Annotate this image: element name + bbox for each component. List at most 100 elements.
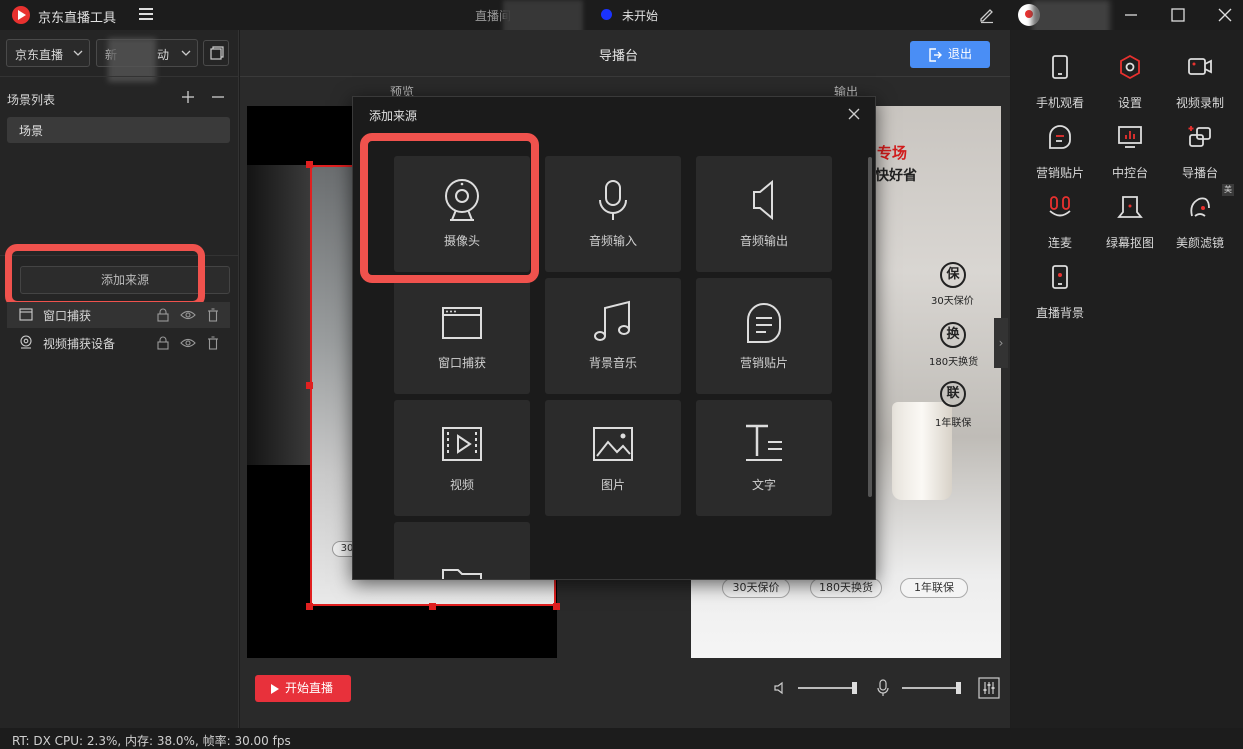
image-icon [593,427,633,461]
slider-knob[interactable] [852,682,857,694]
chevron-down-icon [73,49,83,57]
tool-label: 设置 [1117,96,1142,110]
maximize-icon[interactable] [1168,5,1188,25]
live-status-text: 未开始 [622,9,659,23]
guarantee-badge-icon: 换 [940,322,966,348]
tool-co-host[interactable]: 连麦 [1025,194,1095,258]
scene-list-item[interactable]: 场景 [7,117,230,143]
tool-marketing-sticker[interactable]: 营销贴片 [1025,124,1095,188]
eye-icon[interactable] [180,337,196,349]
beauty-filter-icon [1190,197,1210,217]
tile-label: 营销贴片 [739,356,788,370]
tool-director[interactable]: 导播台 [1165,124,1235,188]
hamburger-menu-icon[interactable] [139,8,153,20]
copy-button[interactable] [203,40,229,66]
tool-label: 中控台 [1111,166,1148,180]
video-record-icon [1188,58,1212,75]
source-item-window-capture[interactable]: 窗口捕获 [7,302,230,328]
tool-live-background[interactable]: 直播背景 [1025,264,1095,328]
tool-label: 视频录制 [1175,96,1224,110]
tile-video[interactable]: 视频 [394,400,530,516]
exit-button[interactable]: 退出 [910,41,990,68]
lock-icon[interactable] [157,308,169,322]
tool-settings[interactable]: 设置 [1095,54,1165,118]
tool-green-screen[interactable]: 绿幕抠图 [1095,194,1165,258]
speaker-volume-slider[interactable] [798,687,856,689]
microphone-volume-slider[interactable] [902,687,960,689]
camera-icon [19,335,33,350]
trash-icon[interactable] [207,308,219,322]
add-scene-icon[interactable] [181,90,195,104]
tool-beauty-filter[interactable]: 美颜滤镜 [1165,194,1235,258]
tile-label: 文字 [751,478,776,492]
slider-knob[interactable] [956,682,961,694]
tool-label: 绿幕抠图 [1105,236,1154,250]
tile-label: 视频 [449,478,474,492]
tile-label: 音频输出 [739,234,788,248]
remove-scene-icon[interactable] [211,90,225,104]
chevron-right-icon[interactable]: › [994,318,1008,368]
tool-label: 营销贴片 [1035,166,1084,180]
page-title: 导播台 [599,49,639,64]
status-bar: RT: DX CPU: 2.3%, 内存: 38.0%, 帧率: 30.00 f… [0,728,1243,749]
window-capture-icon [442,307,482,339]
trash-icon[interactable] [207,336,219,350]
source-item-video-capture[interactable]: 视频捕获设备 [7,330,230,356]
minimize-icon[interactable] [1121,5,1141,25]
session-select-suffix: 动 [157,48,170,62]
promo-text: 专场 [877,144,908,162]
room-select[interactable]: 京东直播 [6,39,90,67]
eye-icon[interactable] [180,309,196,321]
tile-text[interactable]: 文字 [696,400,832,516]
tool-phone-view[interactable]: 手机观看 [1025,54,1095,118]
dialog-scrollbar[interactable] [868,157,872,497]
audio-mixer-icon[interactable] [978,677,1000,699]
guarantee-badge-text: 30天保价 [931,296,974,307]
tool-label: 直播背景 [1035,306,1084,320]
close-icon[interactable] [847,107,861,121]
tile-audio-output[interactable]: 音频输出 [696,156,832,272]
promo-text: 快好省 [875,168,917,184]
exit-icon [928,48,942,62]
tile-window-capture[interactable]: 窗口捕获 [394,278,530,394]
settings-icon [1120,54,1140,80]
phone-icon [1052,55,1068,79]
status-dot-icon [601,9,612,20]
source-label: 窗口捕获 [43,309,92,323]
start-live-button[interactable]: 开始直播 [255,675,351,702]
video-play-icon [442,427,482,461]
tile-folder[interactable] [394,522,530,579]
tile-audio-input[interactable]: 音频输入 [545,156,681,272]
close-icon[interactable] [1215,5,1235,25]
green-screen-icon [1117,196,1143,218]
sticker-icon [747,303,781,343]
resize-handle[interactable] [306,603,313,610]
guarantee-badge-text: 180天换货 [929,357,979,368]
tile-marketing-sticker[interactable]: 营销贴片 [696,278,832,394]
guarantee-badge-icon: 保 [940,262,966,288]
beauty-badge: 美 [1222,184,1234,196]
dialog-title: 添加来源 [369,109,418,123]
resize-handle[interactable] [429,603,436,610]
speaker-volume-icon[interactable] [773,681,787,695]
resize-handle[interactable] [306,382,313,389]
co-host-icon [1049,196,1071,217]
title-bar: 京东直播工具 直播间 未开始 [0,0,1243,74]
microphone-icon[interactable] [877,679,889,697]
director-icon [1188,126,1211,147]
microphone-icon [599,180,627,220]
preview-background [247,165,310,465]
source-label: 视频捕获设备 [43,337,116,351]
tile-image[interactable]: 图片 [545,400,681,516]
tool-control-center[interactable]: 中控台 [1095,124,1165,188]
tile-label: 背景音乐 [588,356,637,370]
tool-label: 导播台 [1181,166,1218,180]
tool-video-record[interactable]: 视频录制 [1165,54,1235,118]
divider [0,76,239,77]
edit-icon[interactable] [978,6,996,24]
tile-background-music[interactable]: 背景音乐 [545,278,681,394]
app-logo-icon [12,6,30,24]
resize-handle[interactable] [306,161,313,168]
lock-icon[interactable] [157,336,169,350]
resize-handle[interactable] [553,603,560,610]
